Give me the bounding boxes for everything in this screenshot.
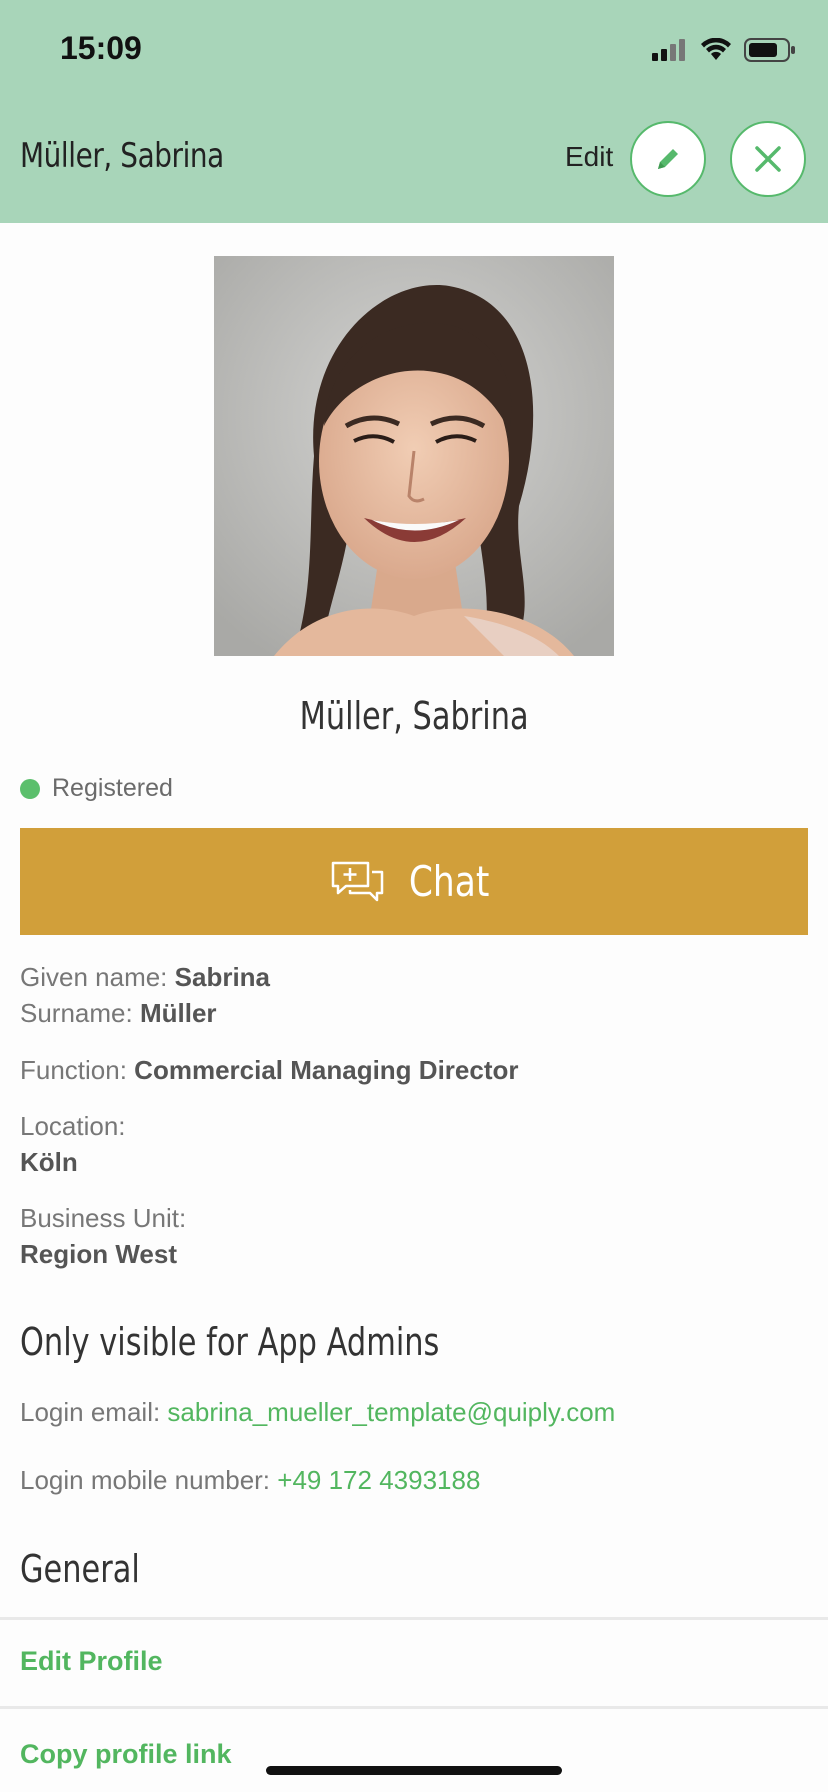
signal-icon — [652, 39, 685, 61]
status-row: Registered — [20, 774, 173, 803]
admin-section-title: Only visible for App Admins — [20, 1320, 440, 1364]
login-email-link[interactable]: sabrina_mueller_template@quiply.com — [167, 1397, 615, 1427]
chat-bubbles-icon — [331, 861, 384, 901]
location-value: Köln — [20, 1147, 78, 1177]
surname-field: Surname: Müller — [20, 998, 217, 1029]
copy-profile-link[interactable]: Copy profile link — [20, 1739, 232, 1770]
function-label: Function: — [20, 1055, 135, 1085]
home-indicator[interactable] — [266, 1766, 562, 1775]
edit-label[interactable]: Edit — [565, 141, 613, 173]
display-name: Müller, Sabrina — [299, 694, 529, 738]
given-name-field: Given name: Sabrina — [20, 962, 270, 993]
given-name-label: Given name: — [20, 962, 175, 992]
function-field: Function: Commercial Managing Director — [20, 1055, 518, 1086]
chat-label: Chat — [408, 857, 490, 906]
status-dot-icon — [20, 778, 40, 799]
surname-value: Müller — [139, 998, 217, 1028]
given-name-value: Sabrina — [174, 962, 271, 992]
business-unit-value: Region West — [20, 1239, 177, 1269]
divider — [0, 1617, 828, 1620]
profile-photo — [214, 256, 614, 656]
function-value: Commercial Managing Director — [134, 1055, 519, 1085]
login-mobile-link[interactable]: +49 172 4393188 — [277, 1465, 480, 1495]
nav-title: Müller, Sabrina — [20, 136, 224, 176]
divider — [0, 1706, 828, 1709]
edit-button[interactable] — [630, 121, 706, 197]
header: 15:09 Müller, Sabrina Edit — [0, 0, 828, 223]
status-time: 15:09 — [60, 30, 142, 66]
battery-icon — [744, 38, 795, 62]
login-mobile-field: Login mobile number: +49 172 4393188 — [20, 1465, 480, 1496]
edit-profile-link[interactable]: Edit Profile — [20, 1646, 163, 1677]
business-unit-label: Business Unit: — [20, 1203, 187, 1233]
login-mobile-label: Login mobile number: — [20, 1465, 278, 1495]
chat-button[interactable]: Chat — [20, 828, 808, 935]
wifi-icon — [701, 38, 731, 60]
login-email-field: Login email: sabrina_mueller_template@qu… — [20, 1397, 615, 1428]
general-section-title: General — [20, 1547, 140, 1591]
status-text: Registered — [52, 774, 173, 802]
pencil-icon — [658, 149, 678, 169]
location-label: Location: — [20, 1111, 126, 1141]
surname-label: Surname: — [20, 998, 140, 1028]
close-icon — [755, 146, 781, 172]
status-icons — [652, 36, 796, 64]
close-button[interactable] — [730, 121, 806, 197]
login-email-label: Login email: — [20, 1397, 168, 1427]
